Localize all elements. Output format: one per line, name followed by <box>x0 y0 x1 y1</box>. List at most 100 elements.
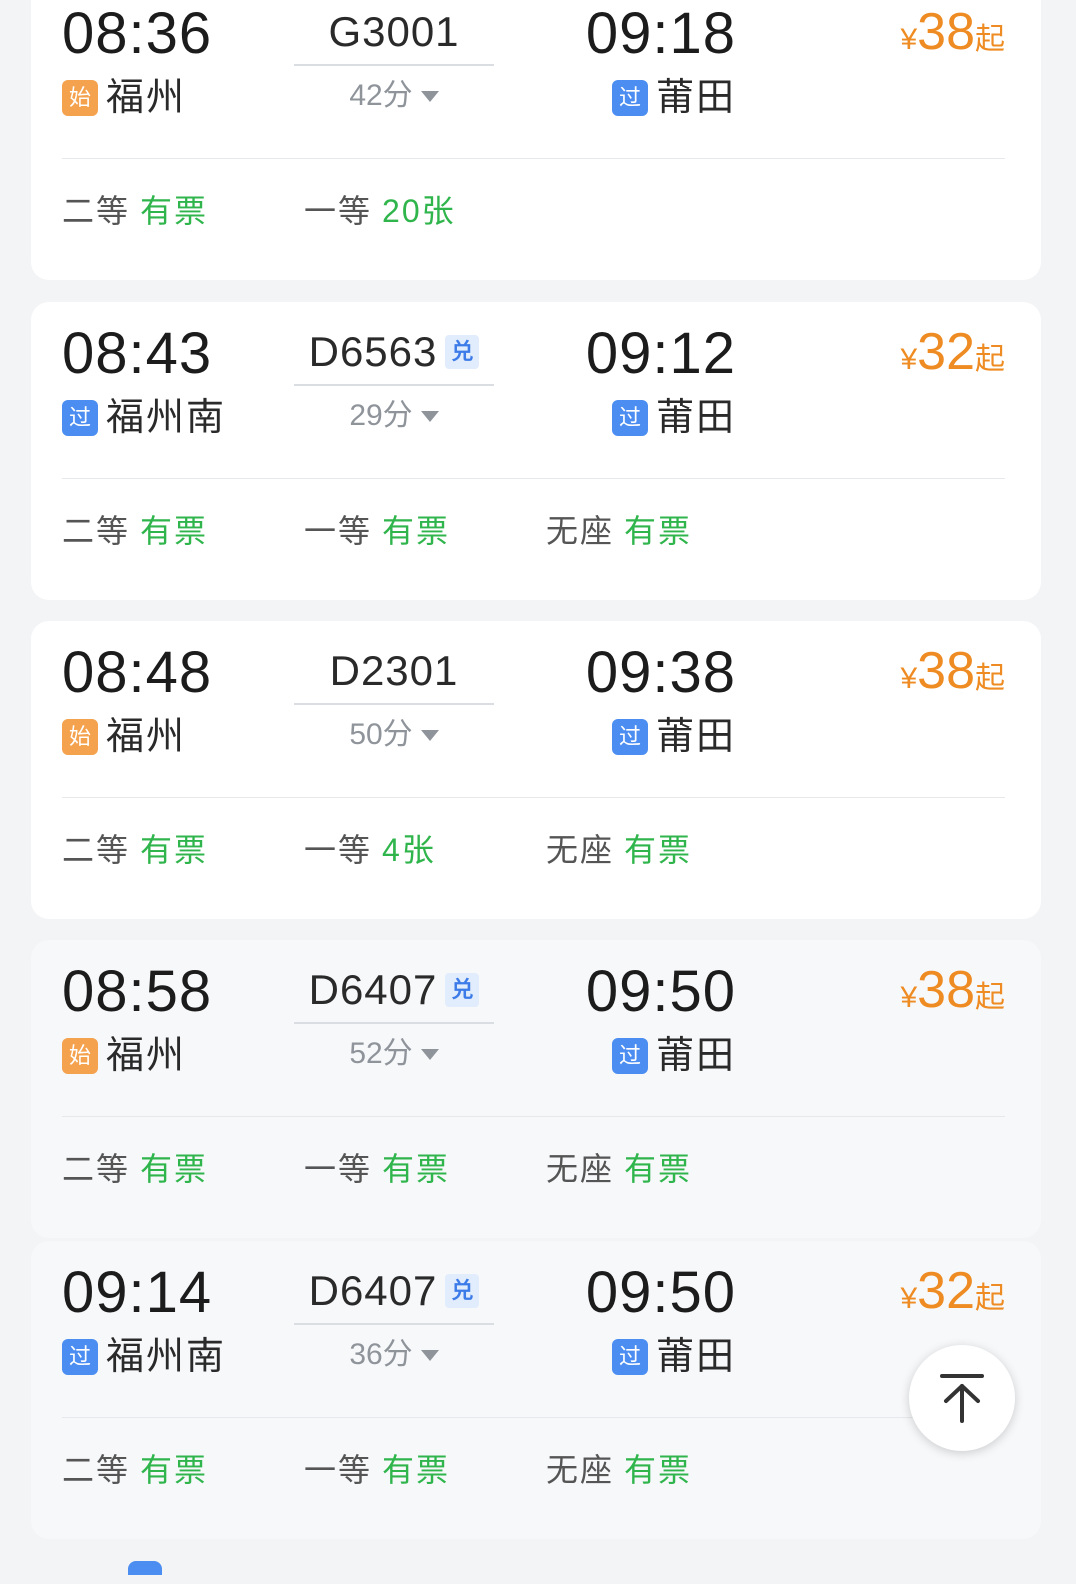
train-number: G3001 <box>328 8 460 55</box>
train-number: D6407 <box>308 966 438 1013</box>
train-info: G3001 42分 <box>294 0 494 120</box>
departure-station-name: 福州南 <box>106 1336 227 1378</box>
price-suffix: 起 <box>975 981 1005 1014</box>
seat-status: 有票 <box>140 1452 209 1488</box>
currency-symbol: ¥ <box>900 1282 918 1315</box>
duration-toggle[interactable]: 29分 <box>294 392 494 440</box>
train-number: D2301 <box>329 647 459 694</box>
seat-class: 一等 <box>304 1452 373 1488</box>
seat-class: 无座 <box>546 513 615 549</box>
train-card[interactable]: 08:36 始 福州 G3001 42分 09:18 过 莆田 ¥ 38 起 二… <box>31 0 1041 280</box>
station-type-badge: 始 <box>62 1038 98 1074</box>
seat-status: 有票 <box>140 1151 209 1187</box>
seat-availability: 无座 有票 <box>546 506 692 556</box>
seat-availability: 二等 有票 <box>62 1445 208 1495</box>
seat-availability: 一等 20张 <box>304 186 456 236</box>
seat-status: 有票 <box>382 1452 451 1488</box>
duration-toggle[interactable]: 52分 <box>294 1030 494 1078</box>
departure-station-name: 福州南 <box>106 397 227 439</box>
arrow-up-to-top-icon <box>940 1374 984 1423</box>
seat-class: 二等 <box>62 1151 131 1187</box>
seat-class: 二等 <box>62 1452 131 1488</box>
train-card[interactable]: 09:14 过 福州南 D6407 兑 36分 09:50 过 莆田 ¥ 32 … <box>31 1241 1041 1539</box>
caret-down-icon <box>420 410 439 422</box>
arrival-station: 过 莆田 <box>611 394 736 442</box>
seat-class: 二等 <box>62 193 131 229</box>
train-card[interactable]: 08:58 始 福州 D6407 兑 52分 09:50 过 莆田 ¥ 38 起… <box>31 940 1041 1238</box>
seat-status: 有票 <box>140 832 209 868</box>
train-card[interactable]: 08:43 过 福州南 D6563 兑 29分 09:12 过 莆田 ¥ 32 … <box>31 302 1041 600</box>
train-info: D6563 兑 29分 <box>294 320 494 440</box>
route-line <box>294 64 494 66</box>
departure-station: 始 福州 <box>62 713 186 761</box>
seat-availability: 二等 有票 <box>62 1144 208 1194</box>
seat-class: 二等 <box>62 513 131 549</box>
seat-availability: 一等 有票 <box>304 506 450 556</box>
seat-availability: 二等 有票 <box>62 186 208 236</box>
back-to-top-button[interactable] <box>909 1345 1015 1451</box>
exchange-badge: 兑 <box>445 335 480 369</box>
seat-status: 有票 <box>624 1452 693 1488</box>
price-suffix: 起 <box>975 662 1005 695</box>
arrival-time: 09:38 <box>585 640 736 705</box>
seat-class: 一等 <box>304 193 373 229</box>
arrival-station-name: 莆田 <box>655 716 736 758</box>
exchange-badge: 兑 <box>445 1274 480 1308</box>
departure-station: 始 福州 <box>62 74 186 122</box>
divider <box>62 1417 1005 1418</box>
price-suffix: 起 <box>975 343 1005 376</box>
divider <box>62 797 1005 798</box>
seat-availability: 一等 4张 <box>304 825 436 875</box>
duration-toggle[interactable]: 42分 <box>294 72 494 120</box>
station-type-badge: 过 <box>62 1339 98 1375</box>
departure-station-name: 福州 <box>106 1035 187 1077</box>
station-type-badge: 过 <box>611 719 648 755</box>
price-amount: 38 <box>917 961 975 1019</box>
seat-availability: 一等 有票 <box>304 1445 450 1495</box>
seat-status: 20张 <box>382 193 456 229</box>
seat-class: 一等 <box>304 832 373 868</box>
station-type-badge: 过 <box>611 1339 648 1375</box>
seat-status: 有票 <box>624 513 693 549</box>
caret-down-icon <box>420 729 439 741</box>
arrival-station-name: 莆田 <box>655 1035 736 1077</box>
caret-down-icon <box>420 1349 439 1361</box>
price-amount: 32 <box>917 323 975 381</box>
departure-station-name: 福州 <box>106 77 187 119</box>
seat-list: 二等 有票 一等 有票 无座 有票 <box>62 1144 1005 1194</box>
arrival-time: 09:50 <box>585 1260 736 1325</box>
seat-class: 一等 <box>304 1151 373 1187</box>
travel-duration: 52分 <box>349 1037 413 1070</box>
price-amount: 32 <box>917 1262 975 1320</box>
train-card[interactable]: 08:48 始 福州 D2301 50分 09:38 过 莆田 ¥ 38 起 二… <box>31 621 1041 919</box>
seat-status: 有票 <box>382 1151 451 1187</box>
duration-toggle[interactable]: 50分 <box>294 711 494 759</box>
route-line <box>294 1022 494 1024</box>
arrival-station-name: 莆田 <box>655 397 736 439</box>
exchange-badge: 兑 <box>445 973 480 1007</box>
price-amount: 38 <box>917 3 975 61</box>
caret-down-icon <box>420 90 439 102</box>
divider <box>62 1116 1005 1117</box>
arrival-station: 过 莆田 <box>611 1032 736 1080</box>
departure-station: 过 福州南 <box>62 1333 226 1381</box>
seat-availability: 二等 有票 <box>62 825 208 875</box>
arrival-station-name: 莆田 <box>655 1336 736 1378</box>
train-info: D2301 50分 <box>294 639 494 759</box>
price-amount: 38 <box>917 642 975 700</box>
seat-class: 无座 <box>546 1151 615 1187</box>
departure-time: 09:14 <box>62 1260 213 1325</box>
departure-station: 始 福州 <box>62 1032 186 1080</box>
route-line <box>294 1323 494 1325</box>
seat-class: 一等 <box>304 513 373 549</box>
currency-symbol: ¥ <box>900 23 918 56</box>
arrival-station: 过 莆田 <box>611 1333 736 1381</box>
duration-toggle[interactable]: 36分 <box>294 1331 494 1379</box>
seat-availability: 一等 有票 <box>304 1144 450 1194</box>
price: ¥38 起 <box>900 960 1005 1020</box>
arrival-station: 过 莆田 <box>611 74 736 122</box>
seat-status: 4张 <box>382 832 436 868</box>
station-type-badge: 过 <box>611 1038 648 1074</box>
currency-symbol: ¥ <box>900 981 918 1014</box>
seat-class: 无座 <box>546 1452 615 1488</box>
